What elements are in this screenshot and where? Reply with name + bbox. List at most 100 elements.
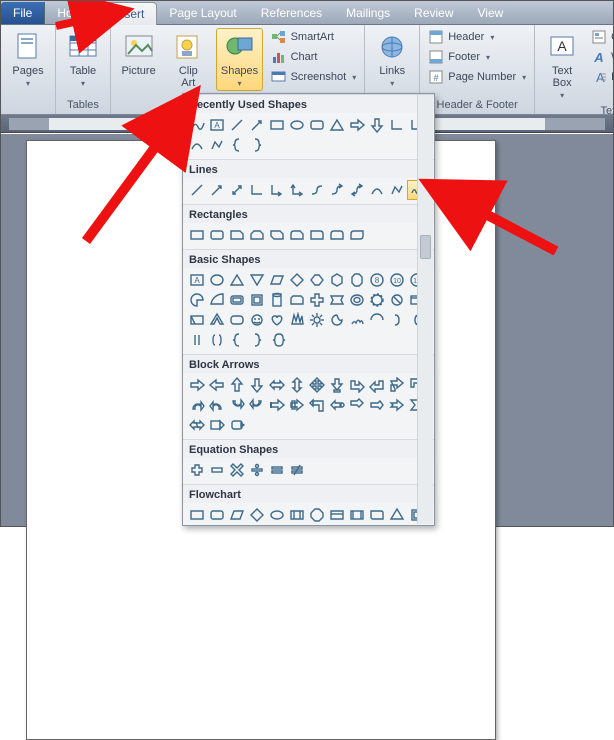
shape-item[interactable] (207, 330, 227, 350)
picture-button[interactable]: Picture (117, 28, 160, 80)
shape-item[interactable] (407, 525, 427, 526)
tab-references[interactable]: References (249, 2, 334, 24)
shape-item[interactable] (227, 290, 247, 310)
shape-item[interactable] (387, 525, 407, 526)
shape-line[interactable] (187, 180, 207, 200)
shape-snip-diag[interactable] (267, 225, 287, 245)
shape-item[interactable] (187, 290, 207, 310)
shape-multiply[interactable] (227, 460, 247, 480)
shape-curve-tool[interactable] (367, 180, 387, 200)
shape-minus[interactable] (207, 460, 227, 480)
shape-left-brace[interactable] (227, 135, 247, 155)
shape-elbow-connector[interactable] (387, 115, 407, 135)
shape-item[interactable] (267, 290, 287, 310)
shape-item[interactable] (287, 270, 307, 290)
wordart-button[interactable]: AWordArt (589, 48, 614, 66)
shape-item[interactable] (227, 270, 247, 290)
shape-item[interactable] (207, 415, 227, 435)
shape-item[interactable] (367, 290, 387, 310)
shape-rect[interactable] (187, 225, 207, 245)
shape-item[interactable] (187, 395, 207, 415)
tab-file[interactable]: File (1, 2, 45, 24)
shape-curve-connector[interactable] (307, 180, 327, 200)
shape-item[interactable] (247, 330, 267, 350)
shape-item[interactable] (207, 270, 227, 290)
shape-item[interactable] (207, 310, 227, 330)
shape-item[interactable] (207, 395, 227, 415)
shape-item[interactable] (267, 330, 287, 350)
shape-item[interactable] (287, 310, 307, 330)
shape-elbow-double[interactable] (287, 180, 307, 200)
shape-round-same[interactable] (327, 225, 347, 245)
shape-item[interactable] (367, 375, 387, 395)
links-button[interactable]: Links (371, 28, 413, 91)
shape-rounded-rect[interactable] (307, 115, 327, 135)
shape-item[interactable] (307, 505, 327, 525)
shape-curve[interactable] (187, 135, 207, 155)
shape-item[interactable] (287, 525, 307, 526)
shape-item[interactable] (187, 310, 207, 330)
shape-text-box[interactable]: A (207, 115, 227, 135)
shape-plus[interactable] (187, 460, 207, 480)
shape-item[interactable] (327, 525, 347, 526)
quick-parts-button[interactable]: Quick Parts (589, 28, 614, 46)
shape-item[interactable] (267, 310, 287, 330)
shape-item[interactable] (307, 395, 327, 415)
shape-item[interactable] (367, 505, 387, 525)
shape-item[interactable] (307, 525, 327, 526)
text-box-button[interactable]: A Text Box (541, 28, 583, 103)
shape-freeform[interactable] (207, 135, 227, 155)
shape-item[interactable] (347, 270, 367, 290)
shape-item[interactable] (247, 270, 267, 290)
shape-item[interactable] (247, 525, 267, 526)
shape-down-arrow[interactable] (367, 115, 387, 135)
shape-item[interactable] (347, 525, 367, 526)
shape-item[interactable] (307, 310, 327, 330)
header-button[interactable]: Header (426, 28, 528, 46)
shape-equals[interactable] (267, 460, 287, 480)
shape-not-equal[interactable] (287, 460, 307, 480)
drop-cap-button[interactable]: ADrop Cap (589, 68, 614, 86)
shape-item[interactable] (187, 375, 207, 395)
footer-button[interactable]: Footer (426, 48, 528, 66)
shape-snip-round[interactable] (287, 225, 307, 245)
shape-item[interactable] (287, 505, 307, 525)
shape-double-arrow[interactable] (227, 180, 247, 200)
shape-oval[interactable] (287, 115, 307, 135)
shape-item[interactable] (387, 375, 407, 395)
shape-item[interactable] (387, 505, 407, 525)
shape-item[interactable] (247, 505, 267, 525)
shape-item[interactable] (327, 505, 347, 525)
shape-line[interactable] (227, 115, 247, 135)
shape-triangle[interactable] (327, 115, 347, 135)
shape-freeform-tool[interactable] (387, 180, 407, 200)
shape-scribble[interactable] (187, 115, 207, 135)
shape-right-arrow[interactable] (347, 115, 367, 135)
tab-view[interactable]: View (466, 2, 516, 24)
shape-item[interactable] (287, 395, 307, 415)
shape-item[interactable] (227, 395, 247, 415)
shape-item[interactable] (327, 290, 347, 310)
shape-item[interactable] (347, 395, 367, 415)
shape-item[interactable] (207, 290, 227, 310)
shape-item[interactable] (387, 290, 407, 310)
shape-item[interactable] (367, 395, 387, 415)
panel-scrollbar[interactable] (417, 95, 433, 524)
shape-item[interactable] (267, 395, 287, 415)
shape-item[interactable] (367, 525, 387, 526)
shape-item[interactable] (327, 375, 347, 395)
page-number-button[interactable]: #Page Number (426, 68, 528, 86)
shape-item[interactable] (307, 375, 327, 395)
shape-snip-same[interactable] (247, 225, 267, 245)
shape-snip-single[interactable] (227, 225, 247, 245)
shape-item[interactable] (387, 310, 407, 330)
shape-item[interactable] (347, 310, 367, 330)
tab-page-layout[interactable]: Page Layout (157, 2, 248, 24)
shape-round-single[interactable] (307, 225, 327, 245)
table-button[interactable]: Table (62, 28, 104, 91)
tab-review[interactable]: Review (402, 2, 465, 24)
shape-item[interactable] (307, 290, 327, 310)
shape-item[interactable] (347, 290, 367, 310)
shape-curve-double[interactable] (347, 180, 367, 200)
shape-elbow-arrow[interactable] (267, 180, 287, 200)
